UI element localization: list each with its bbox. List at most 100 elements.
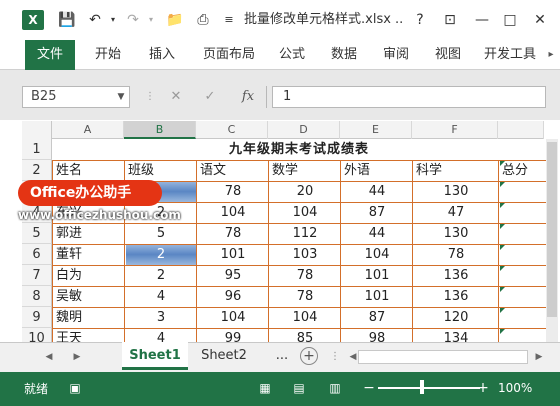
table-cell[interactable]: 5 xyxy=(126,223,196,244)
table-cell-total[interactable] xyxy=(500,286,544,307)
column-header-b[interactable]: B xyxy=(124,121,196,139)
tab-page-layout[interactable]: 页面布局 xyxy=(196,40,262,70)
table-cell[interactable]: 130 xyxy=(414,181,498,202)
add-sheet-icon[interactable]: + xyxy=(300,347,318,365)
redo-icon[interactable]: ↷ xyxy=(124,11,142,29)
customize-qat-icon[interactable]: ≡ xyxy=(220,11,238,29)
table-cell[interactable]: 130 xyxy=(414,223,498,244)
table-cell[interactable]: 郭进 xyxy=(54,223,124,244)
page-break-view-icon[interactable]: ▥ xyxy=(326,379,344,397)
column-header-g[interactable] xyxy=(498,121,544,139)
table-cell[interactable]: 78 xyxy=(270,265,340,286)
tab-formulas[interactable]: 公式 xyxy=(270,40,314,70)
save-icon[interactable]: 💾 xyxy=(58,11,76,29)
tab-file[interactable]: 文件 xyxy=(25,40,75,70)
restore-button[interactable]: □ xyxy=(500,10,520,30)
header-cell-name[interactable]: 姓名 xyxy=(54,160,124,181)
header-cell-class[interactable]: 班级 xyxy=(126,160,196,181)
column-header-e[interactable]: E xyxy=(340,121,412,139)
horizontal-scrollbar[interactable] xyxy=(358,350,528,364)
tab-review[interactable]: 审阅 xyxy=(374,40,418,70)
table-cell[interactable]: 136 xyxy=(414,265,498,286)
undo-dropdown-icon[interactable]: ▾ xyxy=(104,11,122,29)
table-cell[interactable]: 董轩 xyxy=(54,244,124,265)
minimize-button[interactable]: — xyxy=(472,10,492,30)
row-header[interactable]: 8 xyxy=(22,286,52,307)
table-cell[interactable]: 101 xyxy=(198,244,268,265)
table-cell[interactable]: 吴敏 xyxy=(54,286,124,307)
table-cell[interactable]: 112 xyxy=(270,223,340,244)
table-cell[interactable]: 96 xyxy=(198,286,268,307)
row-header[interactable]: 7 xyxy=(22,265,52,286)
column-header-a[interactable]: A xyxy=(52,121,124,139)
formula-input[interactable]: 1 xyxy=(272,86,546,108)
table-cell[interactable]: 104 xyxy=(270,202,340,223)
table-cell-total[interactable] xyxy=(500,265,544,286)
table-cell-total[interactable] xyxy=(500,307,544,328)
vertical-scroll-thumb[interactable] xyxy=(547,142,557,317)
header-cell-math[interactable]: 数学 xyxy=(270,160,340,181)
zoom-slider-thumb[interactable] xyxy=(420,380,424,394)
page-layout-view-icon[interactable]: ▤ xyxy=(290,379,308,397)
table-cell[interactable]: 20 xyxy=(270,181,340,202)
table-cell-total[interactable] xyxy=(500,181,544,202)
open-folder-icon[interactable]: 📁 xyxy=(166,11,184,29)
header-cell-foreign[interactable]: 外语 xyxy=(342,160,412,181)
ribbon-display-options-icon[interactable]: ⊡ xyxy=(440,10,460,30)
name-box-dropdown-icon[interactable]: ▼ xyxy=(112,86,130,108)
table-cell[interactable]: 101 xyxy=(342,265,412,286)
hscroll-right-icon[interactable]: ▶ xyxy=(530,348,548,366)
zoom-in-icon[interactable]: + xyxy=(474,379,492,397)
table-cell[interactable]: 白为 xyxy=(54,265,124,286)
table-cell[interactable]: 2 xyxy=(126,265,196,286)
table-cell[interactable]: 4 xyxy=(126,286,196,307)
header-cell-total[interactable]: 总分 xyxy=(500,160,544,181)
table-cell[interactable]: 104 xyxy=(198,202,268,223)
table-cell[interactable]: 120 xyxy=(414,307,498,328)
prev-sheet-icon[interactable]: ◀ xyxy=(40,348,58,366)
table-cell[interactable]: 78 xyxy=(414,244,498,265)
table-cell[interactable]: 44 xyxy=(342,223,412,244)
sheet-title-cell[interactable]: 九年级期末考试成绩表 xyxy=(52,139,546,160)
table-cell-total[interactable] xyxy=(500,223,544,244)
tab-data[interactable]: 数据 xyxy=(322,40,366,70)
select-all-corner[interactable] xyxy=(22,121,52,139)
help-button[interactable]: ? xyxy=(410,10,430,30)
sheet-tab-sheet2[interactable]: Sheet2 xyxy=(192,342,256,370)
table-cell[interactable]: 78 xyxy=(198,223,268,244)
table-cell[interactable]: 136 xyxy=(414,286,498,307)
table-cell[interactable]: 87 xyxy=(342,307,412,328)
table-cell[interactable]: 103 xyxy=(270,244,340,265)
table-cell[interactable]: 2 xyxy=(126,244,196,265)
insert-function-icon[interactable]: fx xyxy=(238,86,258,108)
sheet-tab-sheet1[interactable]: Sheet1 xyxy=(122,342,188,370)
print-preview-icon[interactable]: ⎙ xyxy=(194,11,212,29)
header-cell-chinese[interactable]: 语文 xyxy=(198,160,268,181)
table-cell[interactable]: 104 xyxy=(342,244,412,265)
enter-icon[interactable]: ✓ xyxy=(200,86,220,108)
table-cell[interactable]: 78 xyxy=(198,181,268,202)
cancel-icon[interactable]: ✕ xyxy=(166,86,186,108)
table-cell[interactable]: 78 xyxy=(270,286,340,307)
normal-view-icon[interactable]: ▦ xyxy=(256,379,274,397)
next-sheet-icon[interactable]: ▶ xyxy=(68,348,86,366)
table-cell[interactable]: 104 xyxy=(270,307,340,328)
table-cell[interactable]: 104 xyxy=(198,307,268,328)
tab-scroll-right-icon[interactable]: ▸ xyxy=(542,40,560,70)
column-header-d[interactable]: D xyxy=(268,121,340,139)
tab-insert[interactable]: 插入 xyxy=(140,40,184,70)
table-cell[interactable]: 3 xyxy=(126,307,196,328)
tab-developer[interactable]: 开发工具 xyxy=(478,40,542,70)
row-header[interactable]: 1 xyxy=(22,139,52,160)
table-cell[interactable]: 47 xyxy=(414,202,498,223)
zoom-level[interactable]: 100% xyxy=(498,378,532,398)
row-header[interactable]: 2 xyxy=(22,160,52,181)
row-header[interactable]: 6 xyxy=(22,244,52,265)
zoom-out-icon[interactable]: − xyxy=(360,379,378,397)
tab-view[interactable]: 视图 xyxy=(426,40,470,70)
table-cell[interactable]: 95 xyxy=(198,265,268,286)
table-cell-total[interactable] xyxy=(500,244,544,265)
table-cell[interactable]: 87 xyxy=(342,202,412,223)
close-button[interactable]: ✕ xyxy=(530,10,550,30)
table-cell-total[interactable] xyxy=(500,202,544,223)
